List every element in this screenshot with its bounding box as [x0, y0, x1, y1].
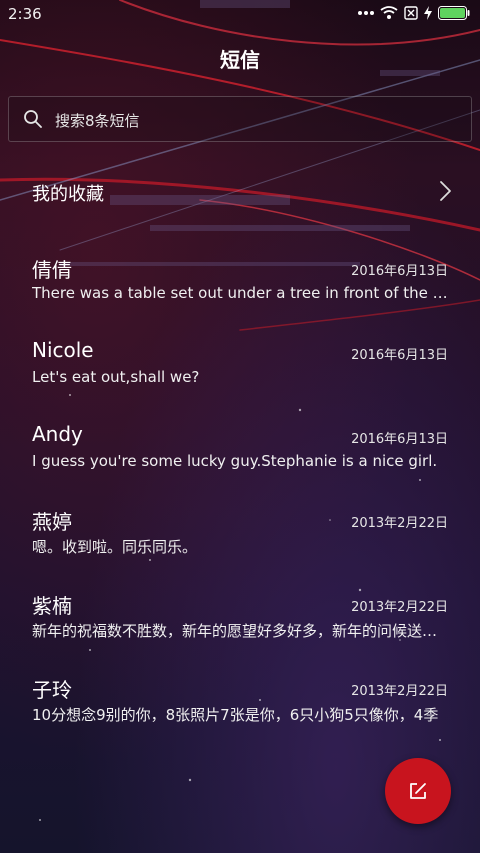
message-date: 2016年6月13日 [351, 432, 448, 447]
contact-name: 燕婷 [32, 510, 72, 534]
message-date: 2016年6月13日 [351, 348, 448, 363]
conversation-item[interactable]: 子玲 2013年2月22日 10分想念9别的你，8张照片7张是你，6只小狗5只像… [0, 674, 480, 754]
contact-name: 紫楠 [32, 594, 72, 618]
search-icon [24, 110, 42, 128]
battery-icon [438, 6, 470, 20]
search-input[interactable]: 搜索8条短信 [8, 96, 472, 142]
message-preview: Let's eat out,shall we? [32, 368, 200, 386]
more-dots-icon [358, 11, 374, 15]
conversation-item[interactable]: 倩倩 2016年6月13日 There was a table set out … [0, 254, 480, 334]
compose-button[interactable] [385, 758, 451, 824]
message-date: 2013年2月22日 [351, 600, 448, 615]
message-preview: I guess you're some lucky guy.Stephanie … [32, 452, 438, 470]
favorites-label: 我的收藏 [32, 184, 104, 205]
conversation-item[interactable]: Andy 2016年6月13日 I guess you're some luck… [0, 422, 480, 502]
compose-icon [410, 783, 426, 799]
message-date: 2013年2月22日 [351, 684, 448, 699]
search-placeholder: 搜索8条短信 [55, 112, 140, 130]
status-time: 2:36 [8, 5, 42, 23]
message-preview: 新年的祝福数不胜数，新年的愿望好多好多，新年的问候送给你 [32, 622, 448, 640]
message-preview: There was a table set out under a tree i… [32, 284, 448, 302]
contact-name: 子玲 [32, 678, 72, 702]
status-bar: 2:36 [0, 0, 480, 28]
contact-name: Andy [32, 422, 83, 446]
no-sim-icon [404, 6, 418, 20]
charging-icon [424, 6, 432, 20]
chevron-right-icon [440, 181, 451, 201]
message-preview: 嗯。收到啦。同乐同乐。 [32, 538, 198, 556]
wifi-icon [380, 6, 398, 19]
contact-name: 倩倩 [32, 258, 72, 282]
status-icons [358, 6, 470, 20]
conversation-item[interactable]: 燕婷 2013年2月22日 嗯。收到啦。同乐同乐。 [0, 506, 480, 586]
favorites-row[interactable]: 我的收藏 [0, 166, 480, 218]
conversation-item[interactable]: Nicole 2016年6月13日 Let's eat out,shall we… [0, 338, 480, 418]
message-date: 2016年6月13日 [351, 264, 448, 279]
message-date: 2013年2月22日 [351, 516, 448, 531]
conversation-item[interactable]: 紫楠 2013年2月22日 新年的祝福数不胜数，新年的愿望好多好多，新年的问候送… [0, 590, 480, 670]
contact-name: Nicole [32, 338, 94, 362]
page-title: 短信 [220, 48, 260, 72]
message-preview: 10分想念9别的你，8张照片7张是你，6只小狗5只像你，4季 [32, 706, 439, 724]
